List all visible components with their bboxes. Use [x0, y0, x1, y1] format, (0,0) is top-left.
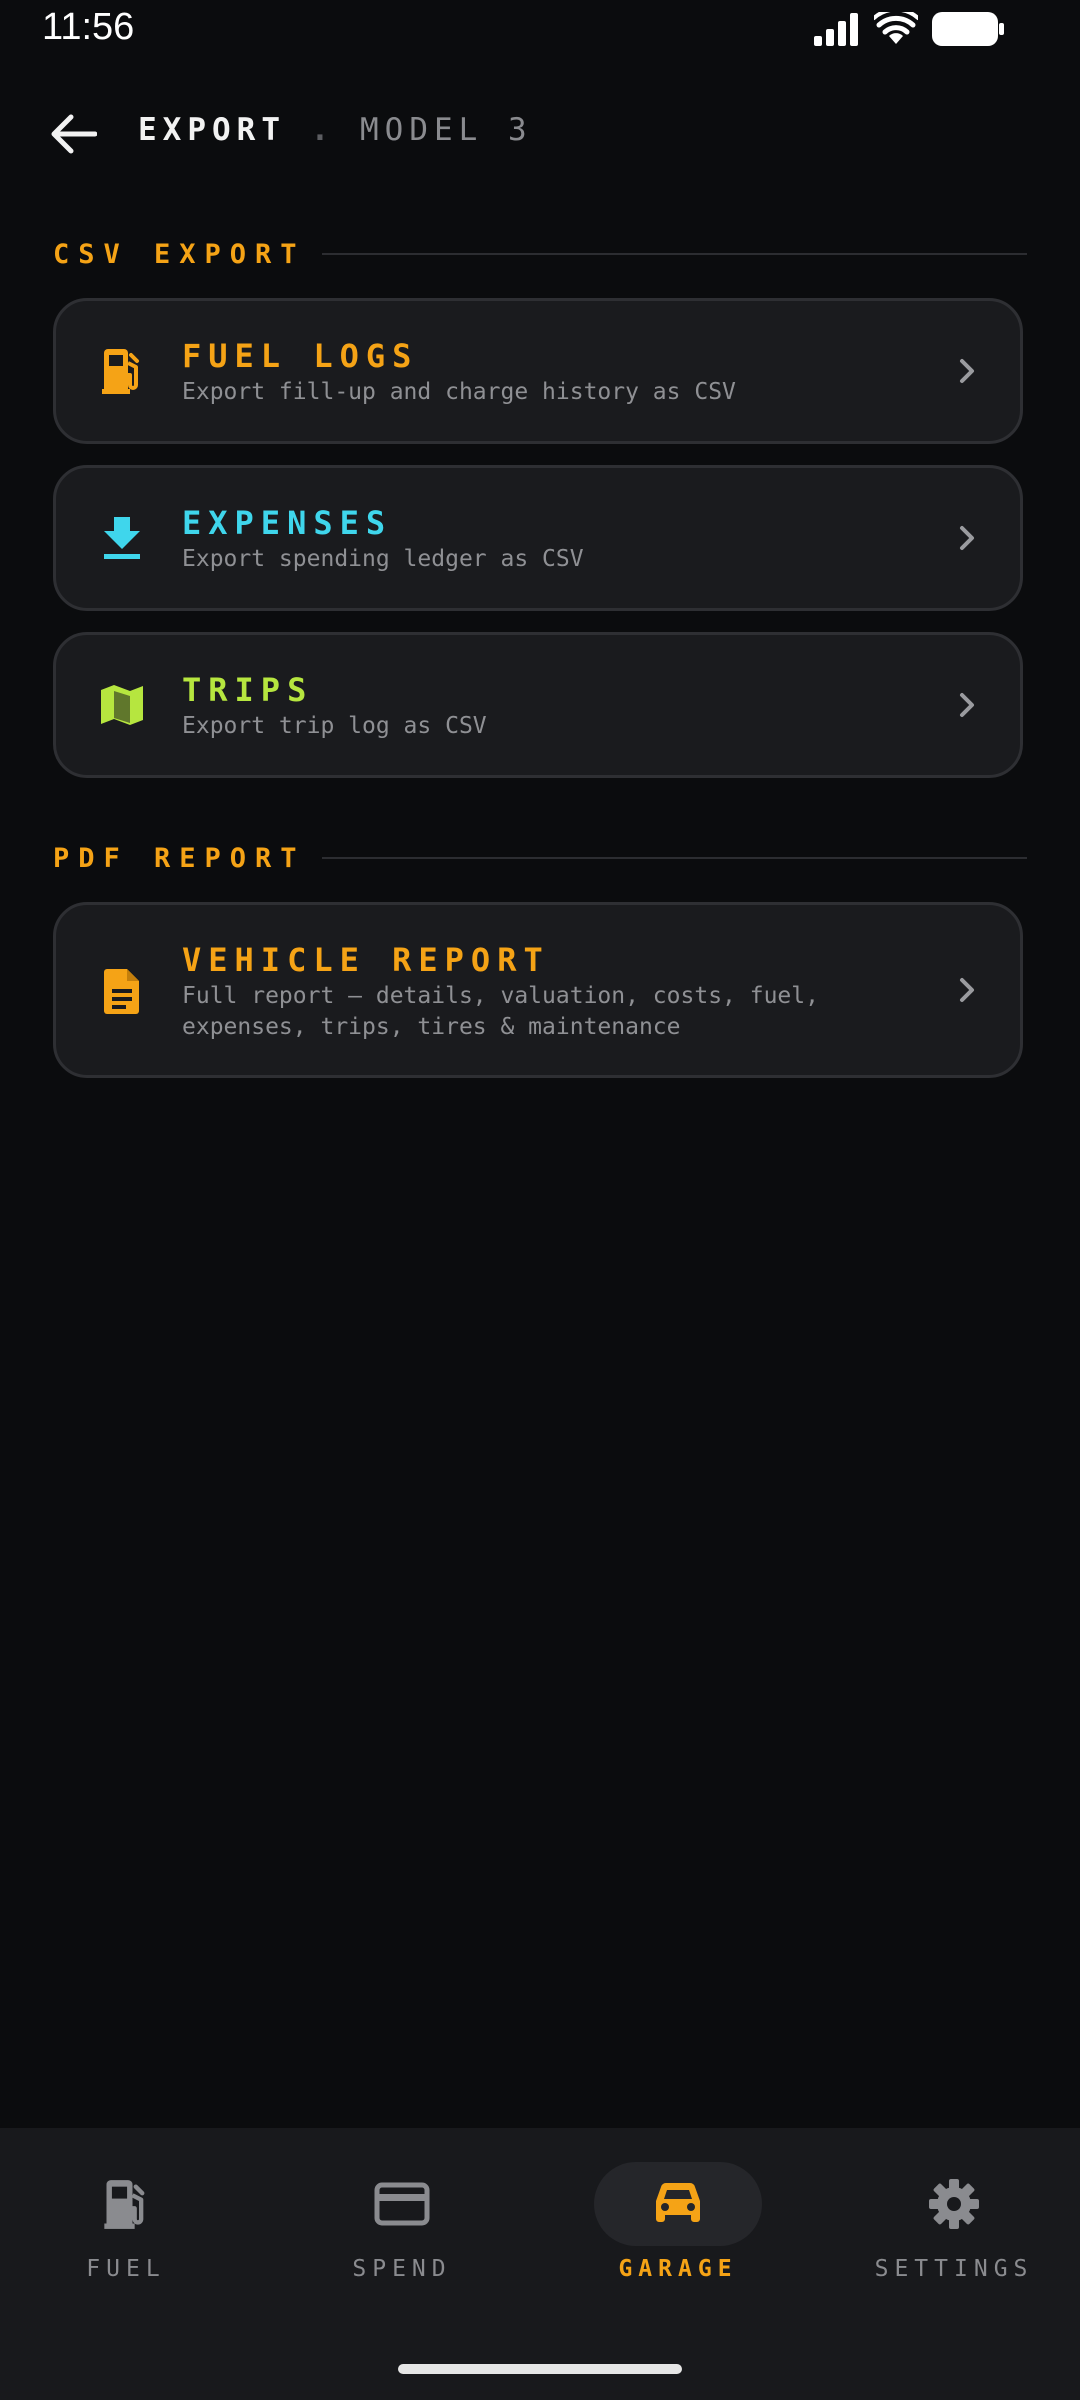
export-fuel-logs-card[interactable]: FUEL LOGS Export fill-up and charge hist… — [53, 298, 1023, 444]
nav-item-fuel[interactable]: FUEL — [26, 2162, 226, 2322]
section-label: CSV EXPORT — [53, 238, 306, 270]
nav-item-spend[interactable]: SPEND — [302, 2162, 502, 2322]
status-bar: 11:56 — [0, 0, 1080, 60]
page-title-separator: . — [310, 112, 336, 148]
gear-icon — [929, 2179, 979, 2229]
nav-icon-container — [42, 2162, 210, 2246]
section-header-pdf-report: PDF REPORT — [53, 838, 1027, 878]
section-label: PDF REPORT — [53, 842, 306, 874]
nav-label: SPEND — [352, 2256, 452, 2282]
section-divider — [321, 253, 1027, 255]
app-header: EXPORT . MODEL 3 — [0, 92, 1080, 176]
back-button[interactable] — [46, 106, 102, 162]
section-divider — [321, 857, 1027, 859]
nav-icon-container — [594, 2162, 762, 2246]
card-title: FUEL LOGS — [182, 337, 419, 375]
export-expenses-card[interactable]: EXPENSES Export spending ledger as CSV — [53, 465, 1023, 611]
card-title: EXPENSES — [182, 504, 393, 542]
chevron-right-icon — [952, 975, 982, 1005]
card-description: Export fill-up and charge history as CSV — [182, 379, 736, 405]
chevron-right-icon — [952, 690, 982, 720]
car-icon — [656, 2182, 700, 2222]
vehicle-report-card[interactable]: VEHICLE REPORT Full report — details, va… — [53, 902, 1023, 1078]
arrow-left-icon — [51, 114, 97, 154]
nav-icon-container — [318, 2162, 486, 2246]
page-title: EXPORT . MODEL 3 — [138, 112, 533, 148]
nav-label: SETTINGS — [874, 2256, 1034, 2282]
document-icon — [94, 963, 150, 1019]
nav-icon-container — [870, 2162, 1038, 2246]
wifi-icon — [874, 12, 918, 44]
status-icons — [814, 12, 1004, 46]
card-description: Export spending ledger as CSV — [182, 546, 584, 572]
home-indicator[interactable] — [398, 2364, 682, 2374]
credit-card-icon — [374, 2182, 430, 2226]
status-time: 11:56 — [42, 6, 135, 48]
nav-item-garage[interactable]: GARAGE — [578, 2162, 778, 2322]
map-icon — [94, 677, 150, 733]
fuel-pump-icon — [104, 2180, 145, 2229]
nav-label: GARAGE — [618, 2256, 738, 2282]
section-header-csv-export: CSV EXPORT — [53, 234, 1027, 274]
nav-label: FUEL — [86, 2256, 166, 2282]
card-title: VEHICLE REPORT — [182, 941, 550, 979]
card-description: Full report — details, valuation, costs,… — [182, 983, 819, 1040]
nav-item-settings[interactable]: SETTINGS — [854, 2162, 1054, 2322]
page-title-main: EXPORT — [138, 112, 286, 148]
export-trips-card[interactable]: TRIPS Export trip log as CSV — [53, 632, 1023, 778]
chevron-right-icon — [952, 523, 982, 553]
fuel-pump-icon — [94, 343, 150, 399]
chevron-right-icon — [952, 356, 982, 386]
battery-icon — [932, 12, 1004, 46]
download-icon — [94, 510, 150, 566]
signal-icon — [814, 13, 858, 46]
card-description: Export trip log as CSV — [182, 713, 487, 739]
bottom-nav: FUEL SPEND GARAGE SETTINGS — [0, 2128, 1080, 2400]
card-title: TRIPS — [182, 671, 314, 709]
page-title-subtitle: MODEL 3 — [360, 112, 533, 148]
